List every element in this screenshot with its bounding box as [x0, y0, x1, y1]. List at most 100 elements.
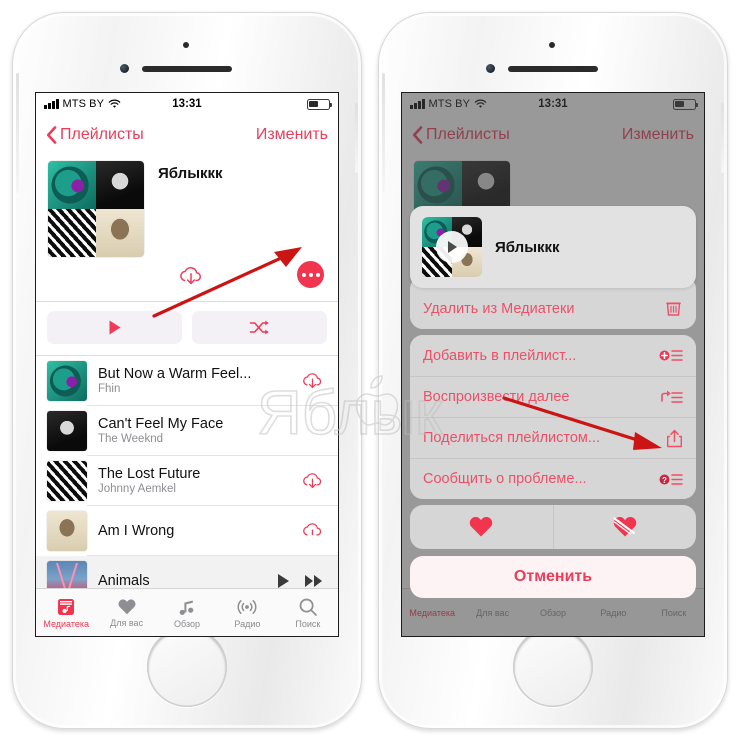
- more-dot: [315, 272, 320, 277]
- iphone-right: MTS BY 13:31 Плейлисты: [378, 12, 728, 729]
- sheet-row-label: Добавить в плейлист...: [423, 347, 577, 364]
- track-artwork: [47, 461, 87, 501]
- back-label: Плейлисты: [60, 126, 144, 143]
- track-row[interactable]: But Now a Warm Feel... Fhin: [36, 356, 338, 406]
- love-button[interactable]: [410, 505, 553, 549]
- home-button[interactable]: [147, 627, 227, 707]
- more-dots-button[interactable]: [297, 261, 324, 288]
- front-camera-icon: [486, 64, 495, 73]
- track-artwork: [47, 361, 87, 401]
- sheet-row-delete-from-library[interactable]: Удалить из Медиатеки: [410, 288, 696, 329]
- tab-label: Медиатека: [43, 618, 90, 629]
- tab-label: Радио: [234, 618, 261, 629]
- wifi-icon: [108, 99, 121, 108]
- sheet-playlist-title: Яблыккк: [495, 238, 560, 256]
- play-all-button[interactable]: [47, 311, 182, 344]
- home-button[interactable]: [513, 627, 593, 707]
- share-icon: [667, 429, 682, 447]
- track-row[interactable]: Am I Wrong: [36, 506, 338, 556]
- tab-poisk[interactable]: Поиск: [278, 589, 338, 636]
- sheet-row-share-playlist[interactable]: Поделиться плейлистом...: [410, 417, 696, 458]
- proximity-sensor-icon: [183, 42, 189, 48]
- iphone-left: MTS BY 13:31 Плейлисты Изменить Яблыккк …: [12, 12, 362, 729]
- artwork-tile-2: [96, 161, 144, 209]
- status-left: MTS BY: [44, 98, 121, 110]
- tab-mediateka[interactable]: Медиатека: [36, 589, 96, 636]
- edit-button[interactable]: Изменить: [256, 126, 328, 144]
- status-bar: MTS BY 13:31: [36, 93, 338, 115]
- tab-obzor[interactable]: Обзор: [157, 589, 217, 636]
- track-title: But Now a Warm Feel...: [98, 366, 252, 382]
- cloud-progress-icon[interactable]: [301, 522, 324, 541]
- play-icon[interactable]: [275, 573, 291, 589]
- more-dot: [301, 272, 306, 277]
- back-to-playlists-button[interactable]: Плейлисты: [46, 126, 144, 144]
- sheet-row-label: Удалить из Медиатеки: [423, 300, 575, 317]
- track-title: The Lost Future: [98, 466, 201, 482]
- navigation-bar: Плейлисты Изменить: [36, 115, 338, 155]
- playback-buttons: [36, 302, 338, 355]
- sheet-row-label: Воспроизвести далее: [423, 389, 570, 405]
- track-info: Can't Feel My Face The Weeknd: [87, 406, 338, 456]
- cancel-button[interactable]: Отменить: [410, 556, 696, 598]
- sheet-row-label: Сообщить о проблеме...: [423, 471, 587, 487]
- track-row[interactable]: The Lost Future Johnny Aemkel: [36, 456, 338, 506]
- artwork-tile-1: [48, 161, 96, 209]
- cloud-download-icon[interactable]: [301, 372, 324, 391]
- heart-filled-icon: [470, 516, 493, 537]
- svg-text:?: ?: [662, 476, 667, 485]
- track-artist: The Weeknd: [98, 433, 163, 445]
- sheet-row-report-problem[interactable]: Сообщить о проблеме... ?: [410, 458, 696, 499]
- miniplayer-controls: [275, 573, 324, 589]
- search-icon: [299, 598, 317, 616]
- track-title: Can't Feel My Face: [98, 416, 224, 432]
- artwork-tile-4: [96, 209, 144, 257]
- play-icon: [109, 320, 121, 335]
- screen-right: MTS BY 13:31 Плейлисты: [401, 92, 705, 637]
- carrier-label: MTS BY: [62, 98, 105, 110]
- trash-icon: [666, 302, 681, 316]
- track-list: But Now a Warm Feel... Fhin Can't Feel M…: [36, 356, 338, 606]
- tab-radio[interactable]: Радио: [217, 589, 277, 636]
- shuffle-button[interactable]: [192, 311, 327, 344]
- artwork-tile-3: [48, 209, 96, 257]
- track-artist: Johnny Aemkel: [98, 483, 176, 495]
- cloud-download-icon[interactable]: [301, 472, 324, 491]
- playlist-title: Яблыккк: [158, 165, 223, 182]
- fast-forward-icon[interactable]: [304, 574, 324, 588]
- play-overlay-button[interactable]: [436, 231, 468, 263]
- report-problem-icon: ?: [659, 473, 683, 485]
- track-actions: [301, 372, 324, 391]
- heart-broken-icon: [613, 516, 636, 537]
- playlist-meta: Яблыккк: [144, 161, 326, 257]
- tab-label: Для вас: [110, 618, 144, 628]
- playlist-actions: [36, 257, 338, 301]
- earpiece-speaker: [508, 66, 598, 72]
- sheet-row-play-next[interactable]: Воспроизвести далее: [410, 376, 696, 417]
- track-actions: [301, 472, 324, 491]
- proximity-sensor-icon: [549, 42, 555, 48]
- front-camera-icon: [120, 64, 129, 73]
- playlist-header: Яблыккк: [36, 155, 338, 257]
- signal-bars-icon: [44, 99, 59, 109]
- library-icon: [58, 598, 75, 615]
- chevron-left-icon: [46, 126, 57, 144]
- track-row[interactable]: Can't Feel My Face The Weeknd: [36, 406, 338, 456]
- tab-dlya-vas[interactable]: Для вас: [96, 589, 156, 636]
- tab-label: Обзор: [174, 618, 201, 629]
- screenshot-stage: MTS BY 13:31 Плейлисты Изменить Яблыккк …: [0, 0, 740, 741]
- playlist-artwork: [48, 161, 144, 257]
- track-artwork: [47, 511, 87, 551]
- note-icon: [179, 600, 194, 615]
- more-dot: [308, 272, 313, 277]
- sheet-artwork: [422, 217, 482, 277]
- play-icon: [448, 241, 457, 253]
- sheet-row-label: Поделиться плейлистом...: [423, 430, 600, 446]
- earpiece-speaker: [142, 66, 232, 72]
- sheet-row-add-to-playlist[interactable]: Добавить в плейлист...: [410, 335, 696, 376]
- dislike-button[interactable]: [552, 505, 697, 549]
- tab-bar: Медиатека Для вас Обзор Радио Поиск: [36, 588, 338, 636]
- cloud-download-icon[interactable]: [178, 265, 204, 287]
- heart-icon: [118, 599, 136, 615]
- sheet-group-actions: Добавить в плейлист... Воспроизвести дал…: [410, 335, 696, 499]
